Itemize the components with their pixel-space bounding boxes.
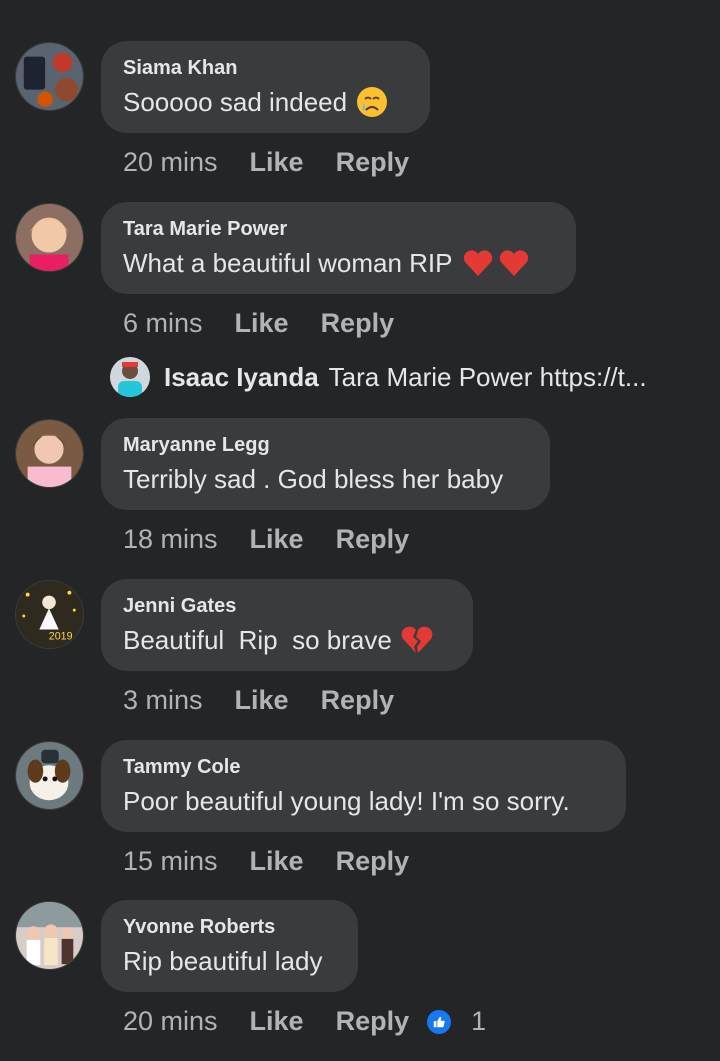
reply-text: Tara Marie Power https://t... [328,361,647,392]
comment-bubble: Tara Marie Power What a beautiful woman … [101,202,576,294]
comment-text: Rip beautiful lady [123,946,323,976]
comment-text-row: Terribly sad . God bless her baby [123,461,528,497]
comment-actions: 20 mins Like Reply [123,147,409,178]
reply-button[interactable]: Reply [336,147,410,178]
crying-face-icon [355,85,389,119]
avatar-year-label: 2019 [49,630,73,642]
comment-bubble: Tammy Cole Poor beautiful young lady! I'… [101,740,626,832]
comment-author[interactable]: Yvonne Roberts [123,915,336,939]
like-button[interactable]: Like [235,685,289,716]
comment-timestamp[interactable]: 18 mins [123,524,218,555]
two-red-hearts-icon [461,246,533,280]
comment-timestamp[interactable]: 6 mins [123,308,203,339]
comment-timestamp[interactable]: 20 mins [123,1006,218,1037]
comment-actions: 15 mins Like Reply [123,846,409,877]
avatar[interactable] [15,901,84,970]
like-button[interactable]: Like [235,308,289,339]
comment-timestamp[interactable]: 20 mins [123,147,218,178]
comment-text-row: Beautiful Rip so brave [123,622,451,658]
avatar[interactable] [15,203,84,272]
reply-button[interactable]: Reply [321,308,395,339]
comment-author[interactable]: Tara Marie Power [123,217,554,241]
comment-actions: 20 mins Like Reply 1 [123,1006,486,1037]
comment-text: Sooooo sad indeed [123,87,348,117]
reply-button[interactable]: Reply [336,524,410,555]
comment-author[interactable]: Tammy Cole [123,755,604,779]
comment-text: Terribly sad . God bless her baby [123,464,504,494]
comment-text: Beautiful Rip so brave [123,625,392,655]
comment-actions: 6 mins Like Reply [123,308,394,339]
reply-author: Isaac Iyanda [164,361,319,392]
comment-actions: 3 mins Like Reply [123,685,394,716]
comment-text-row: Rip beautiful lady [123,943,336,979]
comment-bubble: Jenni Gates Beautiful Rip so brave [101,579,473,671]
comment-text-row: Sooooo sad indeed [123,84,408,120]
reply-preview[interactable]: Isaac Iyanda Tara Marie Power https://t.… [110,357,647,397]
comment-author[interactable]: Maryanne Legg [123,433,528,457]
avatar[interactable] [15,741,84,810]
reply-button[interactable]: Reply [321,685,395,716]
comment-text: Poor beautiful young lady! I'm so sorry. [123,786,570,816]
comment-bubble: Siama Khan Sooooo sad indeed [101,41,430,133]
comment-text-row: What a beautiful woman RIP [123,245,554,281]
avatar[interactable] [15,42,84,111]
comment-text-row: Poor beautiful young lady! I'm so sorry. [123,783,604,819]
reaction-summary[interactable]: 1 [427,1006,486,1037]
broken-heart-icon [400,623,434,657]
like-thumb-icon [427,1009,452,1034]
comment-bubble: Yvonne Roberts Rip beautiful lady [101,900,358,992]
comment-bubble: Maryanne Legg Terribly sad . God bless h… [101,418,550,510]
reply-button[interactable]: Reply [336,846,410,877]
avatar[interactable] [15,419,84,488]
comments-feed: Siama Khan Sooooo sad indeed 20 mins Lik… [0,0,720,1061]
comment-text: What a beautiful woman RIP [123,248,453,278]
like-button[interactable]: Like [250,524,304,555]
like-button[interactable]: Like [250,846,304,877]
reply-button[interactable]: Reply [336,1006,410,1037]
reply-avatar [110,357,150,397]
comment-actions: 18 mins Like Reply [123,524,409,555]
comment-timestamp[interactable]: 3 mins [123,685,203,716]
comment-author[interactable]: Siama Khan [123,56,408,80]
reaction-count: 1 [471,1006,487,1036]
like-button[interactable]: Like [250,147,304,178]
avatar[interactable]: 2019 [15,580,84,649]
like-button[interactable]: Like [250,1006,304,1037]
comment-timestamp[interactable]: 15 mins [123,846,218,877]
comment-author[interactable]: Jenni Gates [123,594,451,618]
